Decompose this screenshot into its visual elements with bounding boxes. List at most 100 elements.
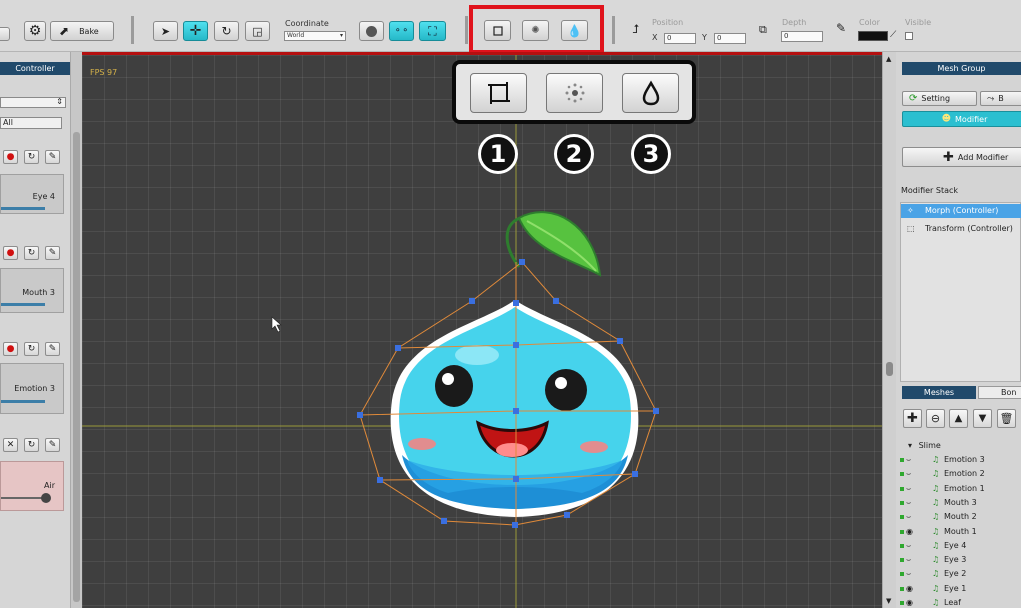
mesh-icon: ♫ <box>932 469 940 479</box>
setting-tab[interactable]: ⟳ Setting <box>902 91 977 106</box>
select-tool-button[interactable]: ➤ <box>153 21 178 41</box>
bone-tab[interactable]: ⤳ B <box>980 91 1021 106</box>
controller-slider[interactable] <box>1 400 45 403</box>
modifier-tab[interactable]: ☻ Modifier <box>902 111 1021 127</box>
setting-tab-label: Setting <box>921 94 951 103</box>
controller-eye-4[interactable]: Eye 4 <box>0 174 64 214</box>
move-up-button[interactable]: ▲ <box>949 409 968 428</box>
scale-icon: ◲ <box>252 24 263 38</box>
eye-closed-icon[interactable]: ⌣ <box>906 467 911 481</box>
color-label: Color <box>859 18 880 27</box>
link-mesh-button[interactable]: ⊖ <box>926 409 945 428</box>
eye-icon[interactable]: ◉ <box>906 525 913 539</box>
expand-arrow-icon: ▾ <box>908 441 913 450</box>
tree-root-label: Slime <box>918 441 941 450</box>
modifier-morph[interactable]: ✧ Morph (Controller) <box>901 204 1021 218</box>
left-scrollbar[interactable] <box>70 52 82 608</box>
position-x-input[interactable]: 0 <box>664 33 696 44</box>
eye-closed-icon[interactable]: ⌣ <box>906 496 911 510</box>
eye-closed-icon[interactable]: ⌣ <box>906 510 911 524</box>
mesh-tree-item[interactable]: ⌣ ♫ Eye 3 <box>896 553 1021 567</box>
eye-icon[interactable]: ◉ <box>906 596 913 608</box>
rotate-tool-button[interactable]: ↻ <box>214 21 239 41</box>
bone-icon: ⤳ <box>987 93 995 104</box>
bones-tab[interactable]: Bon <box>978 386 1021 399</box>
delete-mesh-button[interactable]: 🗑 <box>997 409 1016 428</box>
eye-icon[interactable]: ◉ <box>906 582 913 596</box>
mesh-tree-item[interactable]: ⌣ ♫ Mouth 3 <box>896 496 1021 510</box>
reset-button[interactable]: ↻ <box>24 342 39 356</box>
pencil-icon: ✎ <box>48 152 57 162</box>
position-y-input[interactable]: 0 <box>714 33 746 44</box>
eye-closed-icon[interactable]: ⌣ <box>906 482 911 496</box>
reset-button[interactable]: ↻ <box>24 150 39 164</box>
edit-button[interactable]: ✎ <box>45 438 60 452</box>
close-icon: ✕ <box>6 440 15 450</box>
modifier-transform[interactable]: ⬚ Transform (Controller) <box>901 222 1021 236</box>
filter-all-button[interactable]: All <box>0 117 62 129</box>
bake-button[interactable]: ⬈ Bake <box>50 21 114 41</box>
eye-closed-icon[interactable]: ⌣ <box>906 453 911 467</box>
mesh-view-button[interactable]: ⛶ <box>419 21 446 41</box>
edit-button[interactable]: ✎ <box>45 246 60 260</box>
eye-closed-icon[interactable]: ⌣ <box>906 567 911 581</box>
mesh-tree-item[interactable]: ⌣ ♫ Emotion 3 <box>896 453 1021 467</box>
visible-checkbox[interactable] <box>905 32 913 40</box>
settings-button[interactable]: ⚙ <box>24 21 46 41</box>
meshes-tab[interactable]: Meshes <box>902 386 976 399</box>
controller-air[interactable]: Air <box>0 461 64 511</box>
controller-dropdown[interactable]: ⇕ <box>0 97 66 108</box>
controller-mouth-3[interactable]: Mouth 3 <box>0 268 64 313</box>
remove-button[interactable]: ✕ <box>3 438 18 452</box>
canvas-viewport[interactable] <box>82 55 882 608</box>
record-button[interactable]: ● <box>3 246 18 260</box>
status-dot <box>900 586 904 591</box>
controller-slider[interactable] <box>1 303 45 306</box>
scroll-thumb[interactable] <box>73 132 80 602</box>
slider-handle[interactable] <box>41 493 51 503</box>
edit-button[interactable]: ✎ <box>45 150 60 164</box>
reset-button[interactable]: ↻ <box>24 246 39 260</box>
record-button[interactable]: ● <box>3 150 18 164</box>
mesh-tree-item[interactable]: ◉ ♫ Leaf <box>896 596 1021 608</box>
cursor-icon: ➤ <box>160 24 171 38</box>
toolbar-divider <box>465 16 468 44</box>
status-dot <box>900 458 904 462</box>
depth-input[interactable]: 0 <box>781 31 823 42</box>
reset-button[interactable]: ↻ <box>24 438 39 452</box>
move-tool-button[interactable]: ✛ <box>183 21 208 41</box>
scale-tool-button[interactable]: ◲ <box>245 21 270 41</box>
status-dot <box>900 500 904 505</box>
toolbar-cut-button[interactable] <box>0 27 10 41</box>
mesh-tree-item[interactable]: ⌣ ♫ Eye 2 <box>896 567 1021 581</box>
coordinate-select[interactable]: World ▾ <box>284 31 346 41</box>
controller-emotion-3[interactable]: Emotion 3 <box>0 363 64 414</box>
mesh-tree-item[interactable]: ⌣ ♫ Mouth 2 <box>896 510 1021 524</box>
add-mesh-button[interactable]: ✚ <box>903 409 922 428</box>
viewport-scrollbar[interactable]: ▲ ▼ <box>882 52 896 608</box>
add-modifier-button[interactable]: ✚ Add Modifier <box>902 147 1021 167</box>
pencil-icon: ✎ <box>48 248 57 258</box>
bone-view-button[interactable]: ⚬⚬ <box>389 21 414 41</box>
eye-closed-icon[interactable]: ⌣ <box>906 539 911 553</box>
mesh-tree-item[interactable]: ⌣ ♫ Emotion 2 <box>896 467 1021 481</box>
pencil-icon: ✎ <box>48 440 57 450</box>
arrow-up-icon: ▲ <box>954 413 963 424</box>
canvas-art[interactable] <box>82 55 882 608</box>
edit-button[interactable]: ✎ <box>45 342 60 356</box>
mesh-tree-item[interactable]: ◉ ♫ Mouth 1 <box>896 525 1021 539</box>
move-down-button[interactable]: ▼ <box>973 409 992 428</box>
scroll-thumb[interactable] <box>886 362 893 376</box>
status-dot <box>900 515 904 520</box>
mesh-tree-item[interactable]: ◉ ♫ Eye 1 <box>896 582 1021 596</box>
record-button[interactable]: ● <box>3 342 18 356</box>
onion-skin-button[interactable] <box>359 21 384 41</box>
eye-closed-icon[interactable]: ⌣ <box>906 553 911 567</box>
mesh-tree-item[interactable]: ⌣ ♫ Emotion 1 <box>896 482 1021 496</box>
controller-slider[interactable] <box>1 207 45 210</box>
mesh-tree-item[interactable]: ⌣ ♫ Eye 4 <box>896 539 1021 553</box>
y-label: Y <box>702 33 707 42</box>
bone-tab-label: B <box>998 94 1004 103</box>
color-swatch[interactable] <box>858 31 888 41</box>
tree-root-item[interactable]: ▾ Slime <box>896 439 1021 453</box>
